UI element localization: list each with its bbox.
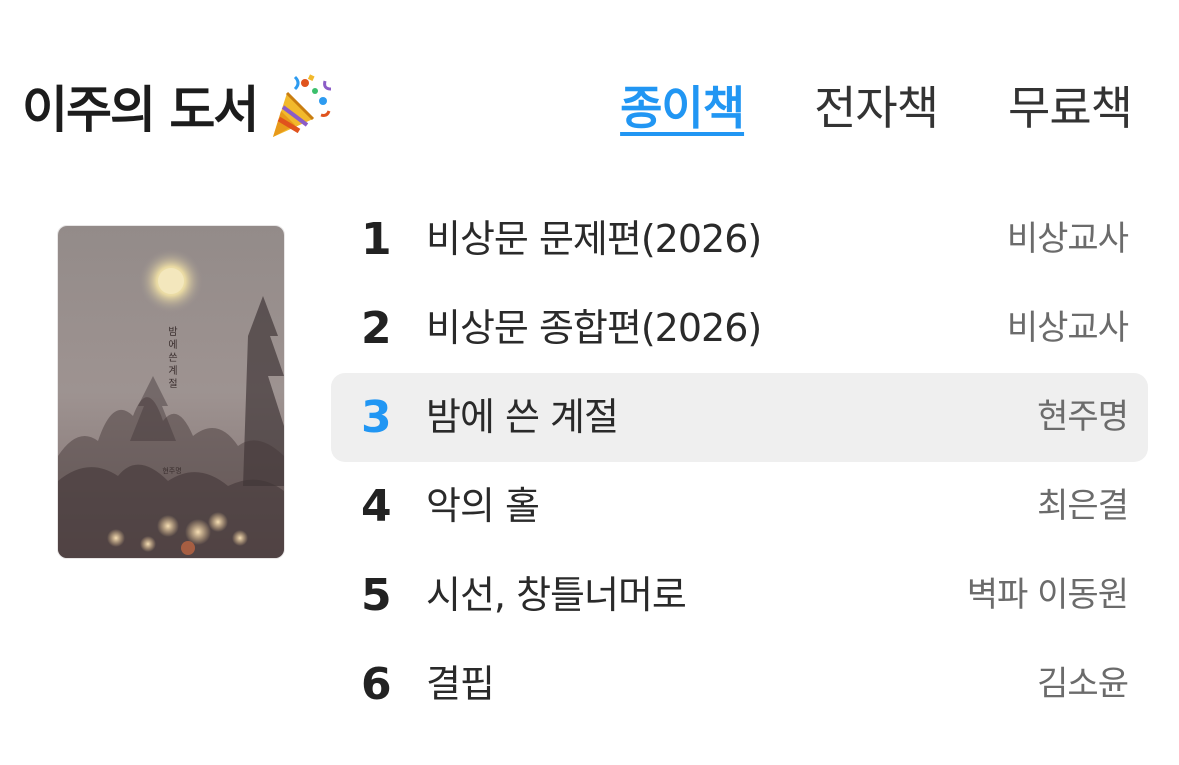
book-title: 시선, 창틀너머로 <box>426 573 687 617</box>
book-title: 결핍 <box>426 662 495 706</box>
tab-paper-book[interactable]: 종이책 <box>620 72 745 138</box>
section-title: 이주의 도서 <box>22 70 335 142</box>
book-author: 비상교사 <box>1006 219 1129 259</box>
book-row[interactable]: 1 비상문 문제편(2026) 비상교사 <box>331 195 1148 284</box>
book-title: 비상문 문제편(2026) <box>426 217 762 261</box>
book-row[interactable]: 5 시선, 창틀너머로 벽파 이동원 <box>331 551 1148 640</box>
book-title: 악의 홀 <box>426 484 540 528</box>
section-title-text: 이주의 도서 <box>22 81 259 139</box>
book-author: 현주명 <box>1037 397 1129 437</box>
book-rank: 6 <box>361 659 392 710</box>
book-rank: 1 <box>361 214 392 265</box>
weekly-books-list: 1 비상문 문제편(2026) 비상교사 2 비상문 종합편(2026) 비상교… <box>331 195 1148 729</box>
book-rank: 2 <box>361 303 392 354</box>
weekly-books-header: 이주의 도서 종이책 전자책 무료책 <box>22 62 1133 152</box>
book-author: 비상교사 <box>1006 308 1129 348</box>
book-title: 밤에 쓴 계절 <box>426 395 619 439</box>
book-author: 김소윤 <box>1037 664 1129 704</box>
book-row-selected[interactable]: 3 밤에 쓴 계절 현주명 <box>331 373 1148 462</box>
book-rank: 3 <box>361 392 392 443</box>
book-author: 벽파 이동원 <box>966 575 1129 615</box>
tab-ebook[interactable]: 전자책 <box>814 72 939 138</box>
cover-title-vertical: 밤에 쓴 계절 <box>168 327 178 390</box>
party-popper-icon <box>265 71 335 141</box>
book-row[interactable]: 2 비상문 종합편(2026) 비상교사 <box>331 284 1148 373</box>
book-row[interactable]: 6 결핍 김소윤 <box>331 640 1148 729</box>
cover-author: 현주명 <box>162 467 182 475</box>
book-author: 최은결 <box>1037 486 1129 526</box>
book-row[interactable]: 4 악의 홀 최은결 <box>331 462 1148 551</box>
featured-book-cover[interactable]: 밤에 쓴 계절 현주명 <box>57 225 285 559</box>
book-type-tabs: 종이책 전자책 무료책 <box>620 72 1133 138</box>
book-rank: 4 <box>361 481 392 532</box>
tab-free-book[interactable]: 무료책 <box>1008 72 1133 138</box>
book-title: 비상문 종합편(2026) <box>426 306 762 350</box>
book-rank: 5 <box>361 570 392 621</box>
